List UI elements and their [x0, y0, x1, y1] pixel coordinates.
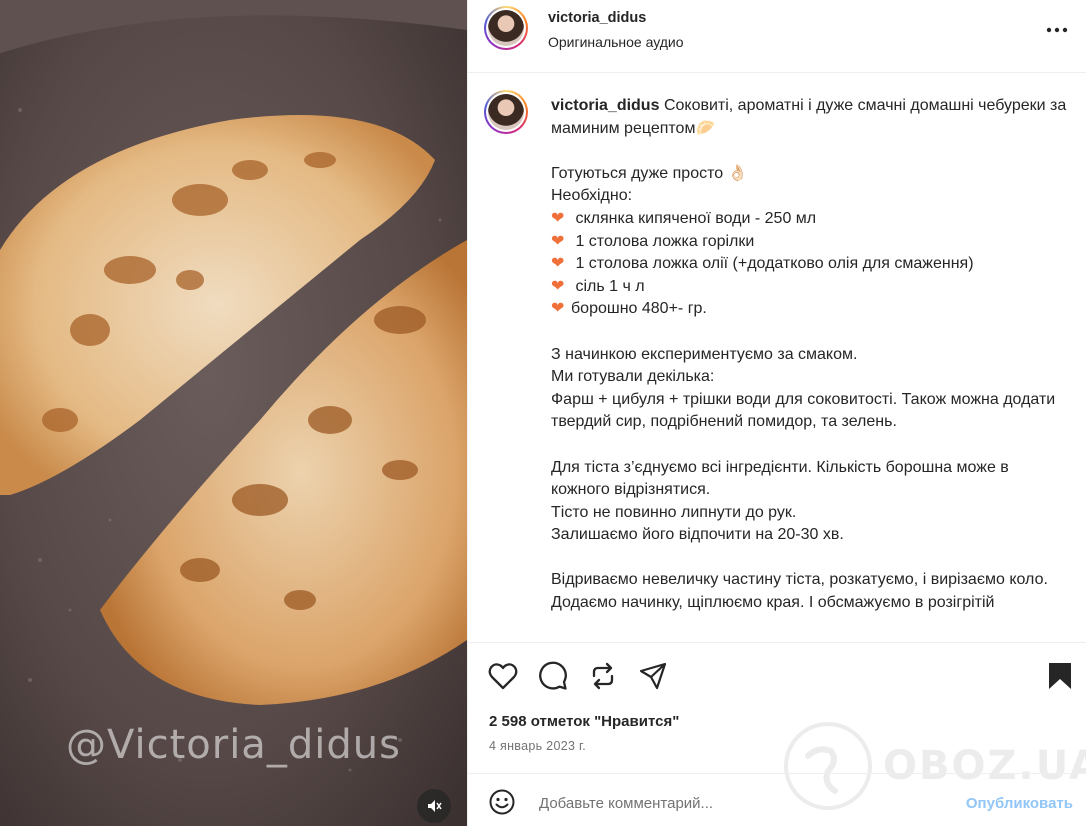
emoji-icon	[489, 789, 515, 815]
caption-dough-3: Залишаємо його відпочити на 20-30 хв.	[551, 526, 844, 544]
caption-filling-3: Фарш + цибуля + трішки води для соковито…	[551, 390, 1056, 431]
ingredient-item: ❤ 1 столова ложка олії (+додатково олія …	[551, 253, 1071, 276]
comment-bar: Добавьте комментарий... Опубликовать	[468, 773, 1086, 827]
caption-username[interactable]: victoria_didus	[551, 97, 659, 114]
like-button[interactable]	[487, 660, 519, 692]
caption-needed: Необхідно:	[551, 187, 633, 205]
post-panel: victoria_didus Оригинальное аудио victor…	[467, 0, 1086, 826]
media-watermark: @Victoria_didus	[66, 722, 401, 768]
caption-dough-1: Для тіста з’єднуємо всі інгредієнти. Кіл…	[551, 458, 1009, 499]
audio-label[interactable]: Оригинальное аудио	[548, 34, 684, 50]
emoji-button[interactable]	[488, 788, 516, 816]
publish-button[interactable]: Опубликовать	[966, 795, 1073, 812]
avatar[interactable]	[484, 6, 528, 50]
caption-step-2: Додаємо начинку, щіплюємо края. І обсмаж…	[551, 594, 995, 612]
send-button[interactable]	[637, 660, 669, 692]
post-caption: victoria_didus Соковиті, ароматні і дуже…	[551, 95, 1071, 641]
post-date[interactable]: 4 январь 2023 г.	[489, 739, 586, 753]
mute-button[interactable]	[417, 789, 451, 823]
avatar-image	[488, 94, 524, 130]
ingredient-item: ❤ склянка кипяченої води - 250 мл	[551, 208, 1071, 231]
avatar-image	[488, 10, 524, 46]
comment-input[interactable]: Добавьте комментарий...	[539, 795, 713, 812]
heart-bullet-icon: ❤	[551, 277, 565, 295]
ingredient-item: ❤ сіль 1 ч л	[551, 276, 1071, 299]
caption-avatar[interactable]	[484, 90, 528, 134]
post-media[interactable]: @Victoria_didus	[0, 0, 467, 826]
heart-bullet-icon: ❤	[551, 209, 565, 227]
bookmark-button[interactable]	[1044, 660, 1076, 692]
repost-button[interactable]	[587, 660, 619, 692]
caption-filling-1: З начинкою експериментуємо за смаком.	[551, 345, 858, 363]
likes-count[interactable]: 2 598 отметок "Нравится"	[489, 713, 679, 730]
heart-bullet-icon: ❤	[551, 255, 565, 273]
bookmark-icon	[1049, 663, 1071, 689]
food-photo	[0, 0, 467, 826]
mute-icon	[428, 800, 442, 812]
caption-step-1: Відриваємо невеличку частину тіста, розк…	[551, 571, 1048, 589]
more-icon	[1046, 27, 1068, 33]
heart-bullet-icon: ❤	[551, 300, 565, 318]
heart-bullet-icon: ❤	[551, 232, 565, 250]
caption-filling-2: Ми готували декілька:	[551, 368, 715, 386]
dumpling-emoji: 🥟	[695, 119, 716, 137]
more-options-button[interactable]	[1045, 18, 1069, 42]
send-icon	[639, 662, 667, 690]
ingredient-item: ❤ борошно 480+- гр.	[551, 298, 1071, 321]
comment-button[interactable]	[537, 660, 569, 692]
caption-dough-2: Тісто не повинно липнути до рук.	[551, 503, 797, 521]
comment-icon	[539, 661, 567, 690]
header-username[interactable]: victoria_didus	[548, 10, 646, 26]
caption-line-easy: Готуються дуже просто	[551, 164, 724, 182]
ingredient-item: ❤ 1 столова ложка горілки	[551, 231, 1071, 254]
post-header: victoria_didus Оригинальное аудио	[468, 0, 1086, 73]
share-icon	[592, 662, 614, 690]
heart-icon	[488, 663, 518, 690]
ok-hand-emoji: 👌🏻	[727, 164, 748, 182]
